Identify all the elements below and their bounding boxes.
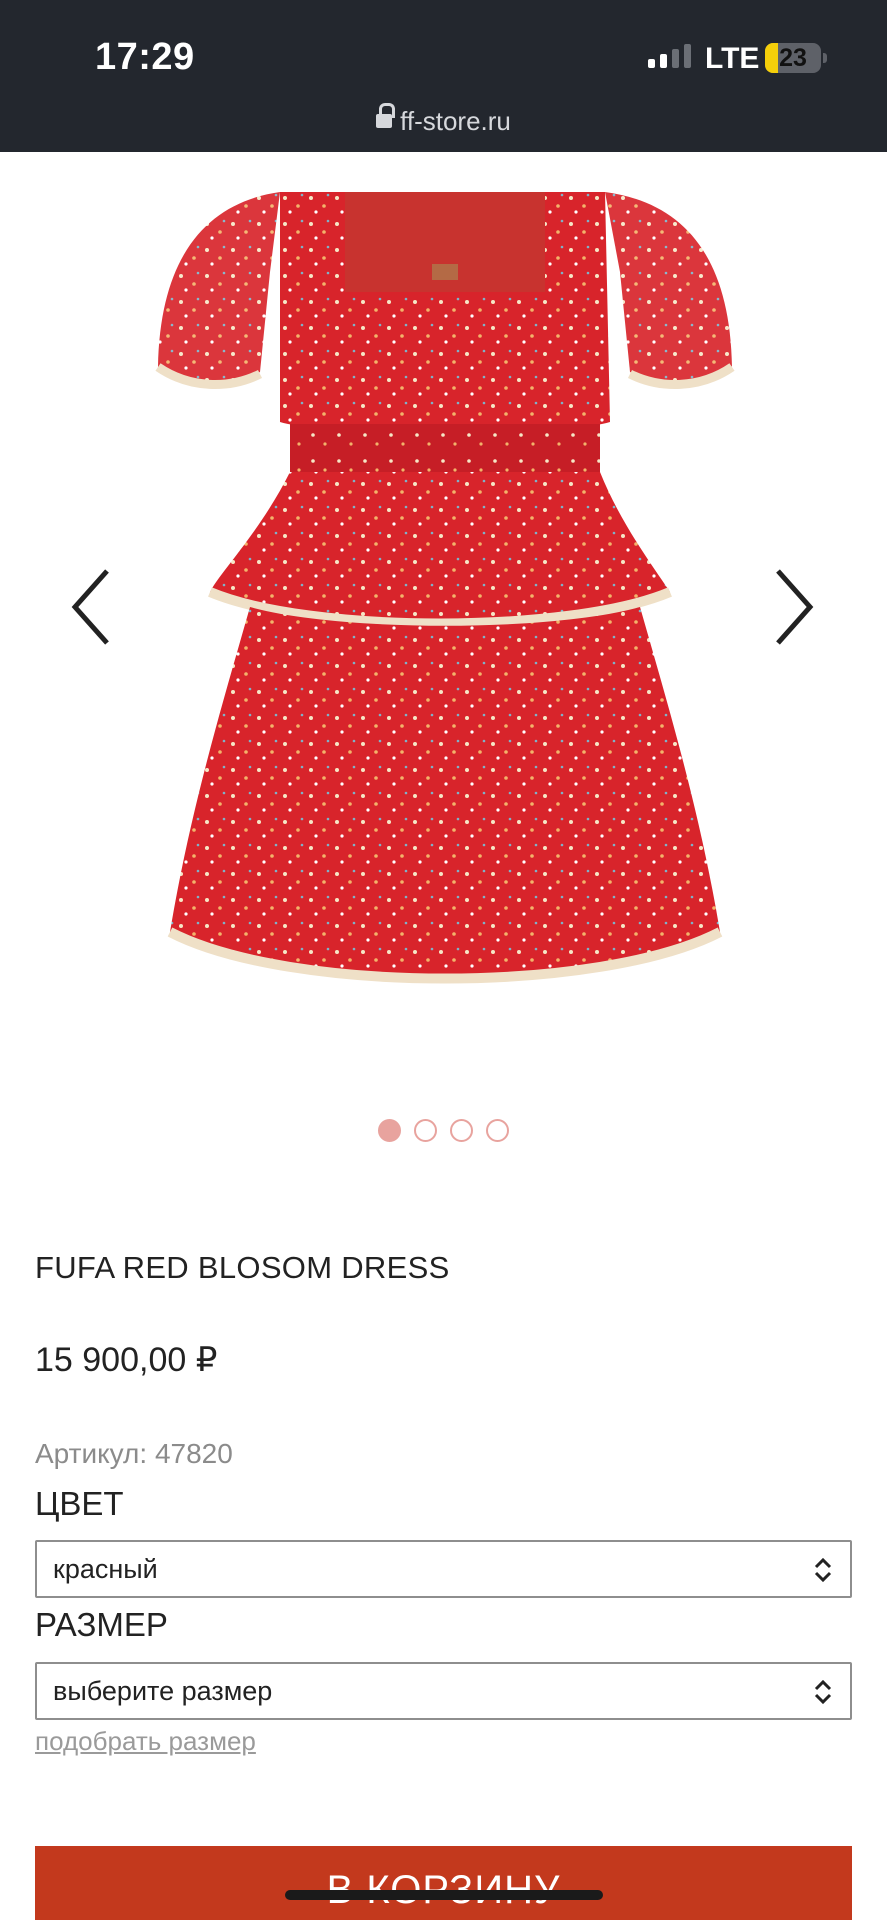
chevron-up-down-icon <box>814 1557 832 1583</box>
add-to-cart-button[interactable]: В КОРЗИНУ <box>35 1846 852 1920</box>
lock-icon <box>376 103 396 131</box>
home-indicator[interactable] <box>285 1890 603 1900</box>
color-select-value: красный <box>53 1554 158 1584</box>
battery-icon: 23 <box>765 43 821 73</box>
battery-level: 23 <box>779 44 807 72</box>
signal-icon <box>648 44 691 68</box>
browser-status-bar: 17:29 LTE 23 ff-store.ru <box>0 0 887 152</box>
gallery-dot[interactable] <box>486 1119 509 1142</box>
color-label: ЦВЕТ <box>35 1485 124 1522</box>
product-gallery[interactable] <box>0 152 887 1042</box>
clock: 17:29 <box>95 36 195 78</box>
battery-tip <box>823 53 827 63</box>
gallery-dot[interactable] <box>414 1119 437 1142</box>
size-select[interactable]: выберите размер <box>35 1662 852 1720</box>
product-title: FUFA RED BLOSOM DRESS <box>35 1250 450 1285</box>
url-text: ff-store.ru <box>400 106 511 136</box>
address-bar[interactable]: ff-store.ru <box>0 103 887 137</box>
chevron-up-down-icon <box>814 1679 832 1705</box>
size-guide-link[interactable]: подобрать размер <box>35 1726 256 1757</box>
color-select[interactable]: красный <box>35 1540 852 1598</box>
network-type: LTE <box>705 42 760 75</box>
size-select-value: выберите размер <box>53 1676 273 1706</box>
product-sku: Артикул: 47820 <box>35 1438 233 1469</box>
chevron-right-icon[interactable] <box>760 557 820 657</box>
chevron-left-icon[interactable] <box>65 557 125 657</box>
size-label: РАЗМЕР <box>35 1606 168 1643</box>
gallery-dot[interactable] <box>378 1119 401 1142</box>
gallery-pagination <box>0 1119 887 1142</box>
gallery-dot[interactable] <box>450 1119 473 1142</box>
product-price: 15 900,00 ₽ <box>35 1341 218 1379</box>
product-image <box>155 192 735 984</box>
